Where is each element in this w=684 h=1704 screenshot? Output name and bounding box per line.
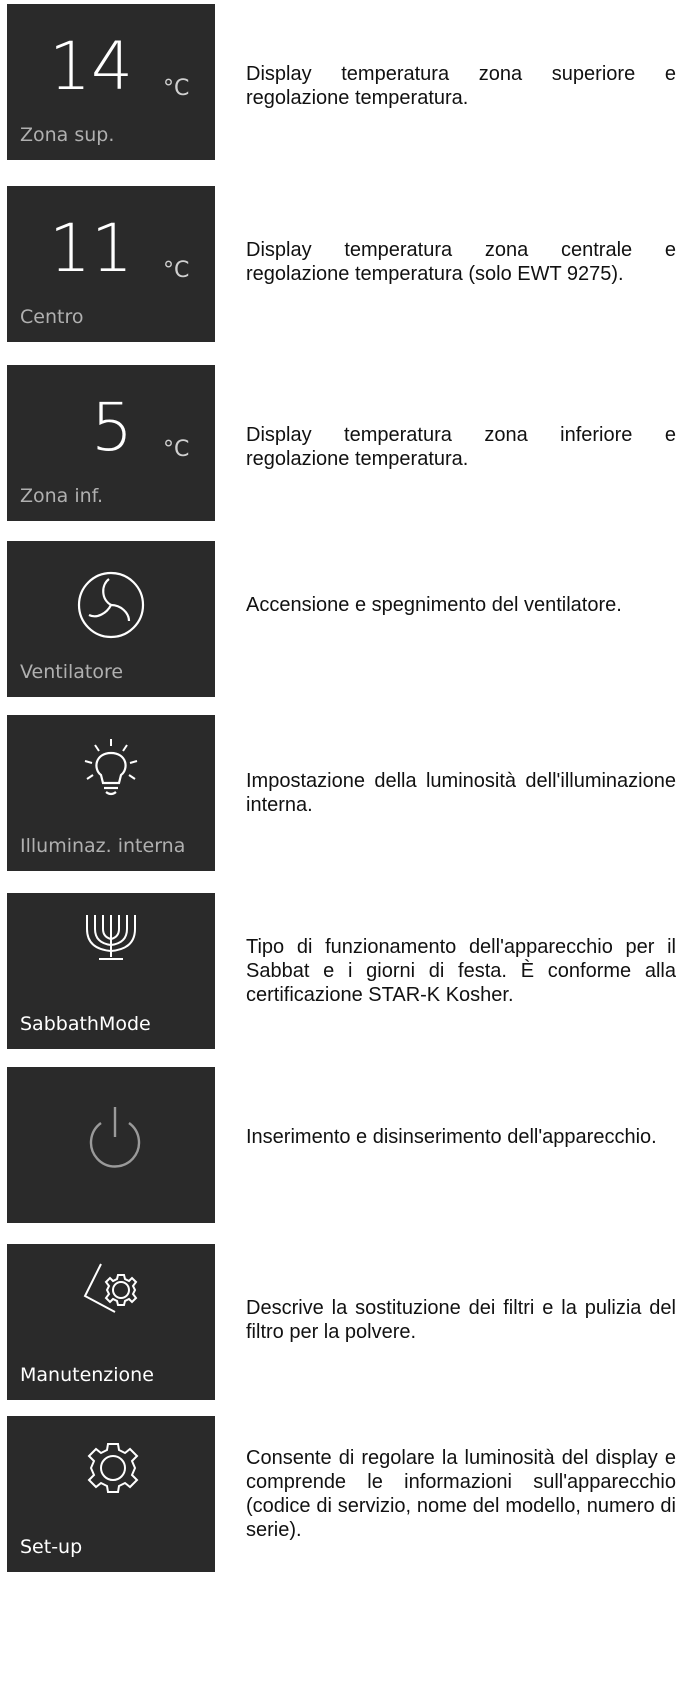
temperature-value: 5 xyxy=(91,389,133,466)
tile-label: Set-up xyxy=(20,1536,83,1558)
setup-gear-icon xyxy=(87,1443,139,1493)
tile-label: Centro xyxy=(20,306,84,328)
middle-zone-temperature-tile[interactable]: 11 °C Centro xyxy=(7,186,215,342)
description: Tipo di funzionamento dell'apparecchio p… xyxy=(246,936,676,1006)
description: Descrive la sostituzione dei filtri e la… xyxy=(246,1297,676,1343)
description: Display temperatura zona superiore e reg… xyxy=(246,63,676,109)
menorah-icon xyxy=(86,915,136,960)
upper-zone-temperature-tile[interactable]: 14 °C Zona sup. xyxy=(7,4,215,160)
tile-label: Zona inf. xyxy=(20,485,104,507)
description: Display temperatura zona inferiore e reg… xyxy=(246,424,676,470)
setup-tile[interactable]: Set-up xyxy=(7,1416,215,1572)
fan-icon xyxy=(77,571,145,639)
temperature-unit: °C xyxy=(163,76,190,101)
tile-label: Manutenzione xyxy=(20,1364,154,1386)
tile-label: SabbathMode xyxy=(20,1013,151,1035)
power-icon xyxy=(89,1107,141,1168)
tile-label: Ventilatore xyxy=(20,661,124,683)
temperature-value: 11 xyxy=(49,210,133,287)
lower-zone-temperature-tile[interactable]: 5 °C Zona inf. xyxy=(7,365,215,521)
description: Impostazione della luminosità dell'illum… xyxy=(246,770,676,816)
light-bulb-icon xyxy=(84,739,138,796)
maintenance-gear-icon xyxy=(83,1263,138,1313)
description: Consente di regolare la luminosità del d… xyxy=(246,1447,676,1541)
temperature-unit: °C xyxy=(163,258,190,283)
description: Inserimento e disinserimento dell'appare… xyxy=(246,1126,657,1148)
lighting-tile[interactable]: Illuminaz. interna xyxy=(7,715,215,871)
tile-label: Zona sup. xyxy=(20,124,115,146)
fan-tile[interactable]: Ventilatore xyxy=(7,541,215,697)
power-tile[interactable] xyxy=(7,1067,215,1223)
temperature-unit: °C xyxy=(163,437,190,462)
tile-label: Illuminaz. interna xyxy=(20,835,186,857)
temperature-value: 14 xyxy=(49,28,133,105)
description: Display temperatura zona centrale e rego… xyxy=(246,239,676,285)
sabbath-mode-tile[interactable]: SabbathMode xyxy=(7,893,215,1049)
maintenance-tile[interactable]: Manutenzione xyxy=(7,1244,215,1400)
description: Accensione e spegnimento del ventilatore… xyxy=(246,594,622,616)
